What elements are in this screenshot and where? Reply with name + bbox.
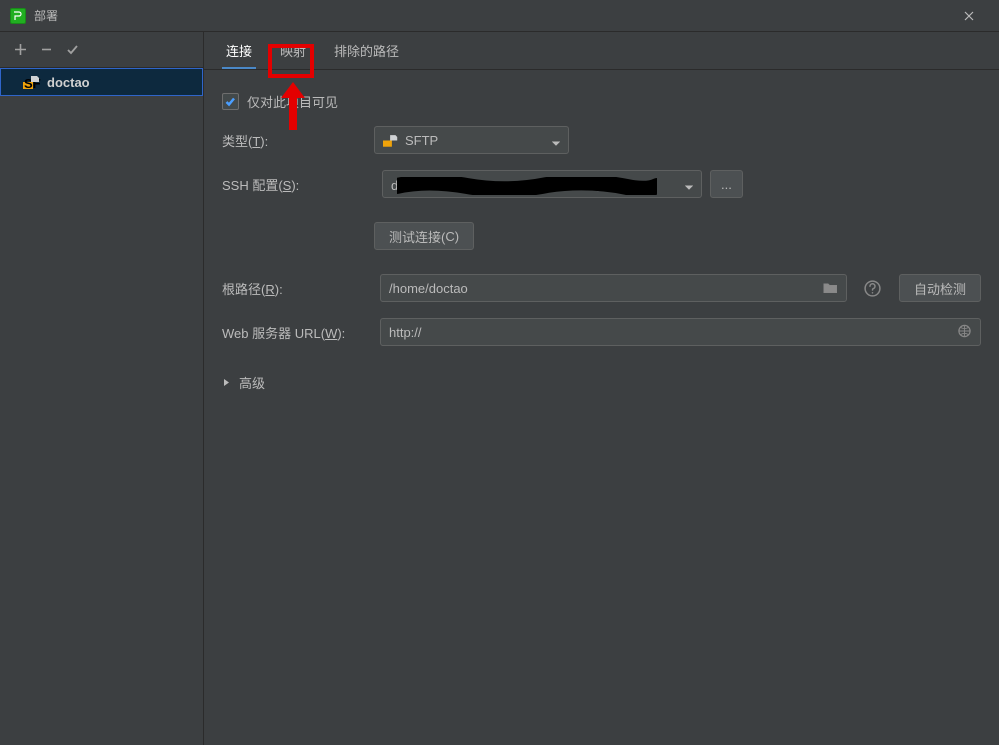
window-title: 部署	[34, 7, 58, 24]
visible-only-label: 仅对此项目可见	[247, 92, 338, 111]
tabs: 连接 映射 排除的路径	[204, 32, 999, 70]
remove-server-button[interactable]	[34, 38, 58, 62]
sftp-icon: SFTP	[23, 75, 41, 89]
folder-icon[interactable]	[823, 280, 838, 297]
sidebar-toolbar	[0, 32, 203, 68]
ssh-config-select[interactable]: d xxxxxxxxxxxxxxxxxxxxxxxxxxxx 密码	[382, 170, 702, 198]
add-server-button[interactable]	[8, 38, 32, 62]
test-connection-button[interactable]: 测试连接(C)	[374, 222, 474, 250]
help-icon[interactable]	[859, 274, 887, 302]
advanced-expander[interactable]: 高级	[222, 364, 981, 400]
ssh-config-label: SSH 配置(S):	[222, 175, 374, 194]
server-name-label: doctao	[47, 75, 90, 90]
sftp-icon	[383, 134, 399, 147]
set-default-button[interactable]	[60, 38, 84, 62]
server-sidebar: SFTP doctao	[0, 32, 204, 745]
type-select[interactable]: SFTP	[374, 126, 569, 154]
type-label: 类型(T):	[222, 131, 374, 150]
titlebar: 部署	[0, 0, 999, 32]
tab-mapping[interactable]: 映射	[266, 33, 320, 68]
ssh-browse-button[interactable]: ...	[710, 170, 743, 198]
autodetect-button[interactable]: 自动检测	[899, 274, 981, 302]
root-path-label: 根路径(R):	[222, 279, 374, 298]
web-url-input[interactable]	[380, 318, 981, 346]
main-panel: 连接 映射 排除的路径 仅对此项目可见 类型(T):	[204, 32, 999, 745]
chevron-down-icon	[685, 180, 693, 188]
pycharm-icon	[10, 8, 26, 24]
window-close-button[interactable]	[949, 3, 989, 29]
tab-connection[interactable]: 连接	[212, 33, 266, 68]
web-url-label: Web 服务器 URL(W):	[222, 323, 374, 342]
chevron-down-icon	[552, 136, 560, 144]
server-item-doctao[interactable]: SFTP doctao	[0, 68, 203, 96]
visible-only-checkbox[interactable]	[222, 93, 239, 110]
tab-excluded[interactable]: 排除的路径	[320, 33, 413, 68]
globe-icon[interactable]	[957, 324, 972, 341]
root-path-input[interactable]	[380, 274, 847, 302]
